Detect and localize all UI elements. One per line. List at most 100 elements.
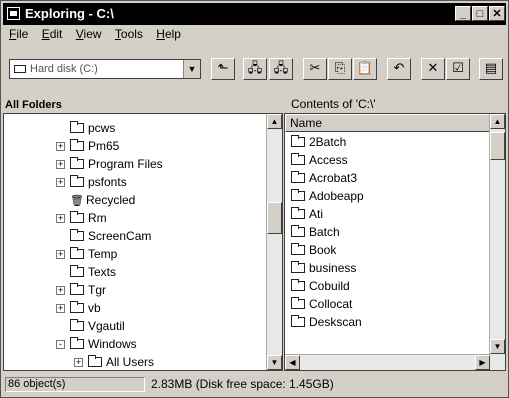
map-network-drive-button[interactable]: 🖧	[243, 58, 267, 80]
tree-item[interactable]: Program Files	[70, 156, 163, 172]
folder-icon	[291, 279, 305, 291]
list-item[interactable]: Adobeapp	[291, 188, 364, 204]
contents-list[interactable]: Name 2Batch Access Acrobat3 Adobeapp Ati…	[284, 113, 506, 371]
toolbar: Hard disk (C:) ▼ ⬑ 🖧 🖧 ✂ ⎘ 📋 ↶ ✕ ☑ ▤	[3, 51, 506, 89]
scroll-up-icon[interactable]: ▲	[267, 114, 282, 129]
expand-icon[interactable]: +	[56, 286, 65, 295]
properties-button[interactable]: ☑	[446, 58, 470, 80]
tree-item-label: psfonts	[88, 175, 127, 189]
collapse-icon[interactable]: -	[56, 340, 65, 349]
expand-icon[interactable]: +	[56, 142, 65, 151]
menu-view[interactable]: View	[76, 27, 102, 41]
menu-tools[interactable]: Tools	[115, 27, 143, 41]
folder-tree[interactable]: pcws Pm65 Program Files psfonts 🗑 Recycle…	[3, 113, 283, 371]
scroll-left-icon[interactable]: ◀	[285, 355, 300, 370]
list-item[interactable]: Acrobat3	[291, 170, 357, 186]
tree-item[interactable]: Tgr	[70, 282, 106, 298]
chevron-down-icon[interactable]: ▼	[183, 60, 200, 78]
tree-item[interactable]: Windows	[70, 336, 137, 352]
list-item[interactable]: business	[291, 260, 356, 276]
menu-edit[interactable]: Edit	[42, 27, 63, 41]
tree-item[interactable]: ScreenCam	[70, 228, 151, 244]
expand-icon[interactable]: +	[74, 358, 83, 367]
tree-item[interactable]: vb	[70, 300, 101, 316]
folder-icon	[70, 229, 84, 241]
cut-button[interactable]: ✂	[303, 58, 327, 80]
menu-help[interactable]: Help	[156, 27, 181, 41]
column-header-name[interactable]: Name	[285, 114, 491, 132]
list-item-label: 2Batch	[309, 135, 347, 149]
delete-icon: ✕	[427, 61, 439, 76]
expand-icon[interactable]: +	[56, 304, 65, 313]
scroll-up-icon[interactable]: ▲	[490, 114, 505, 129]
list-item-label: Batch	[309, 225, 340, 239]
tree-item-label: Vgautil	[88, 319, 125, 333]
status-disk-space: 2.83MB (Disk free space: 1.45GB)	[151, 377, 334, 391]
minimize-button[interactable]: _	[455, 6, 471, 21]
list-vertical-scrollbar[interactable]: ▲ ▼	[489, 114, 505, 370]
map-network-drive-icon: 🖧	[247, 61, 263, 76]
list-item[interactable]: Ati	[291, 206, 323, 222]
tree-item[interactable]: Rm	[70, 210, 107, 226]
close-button[interactable]: ✕	[489, 6, 505, 21]
disconnect-network-drive-icon: 🖧	[273, 61, 289, 76]
folder-icon	[291, 207, 305, 219]
folder-icon	[70, 211, 84, 223]
list-item[interactable]: Batch	[291, 224, 340, 240]
window-title: Exploring - C:\	[25, 6, 114, 21]
expand-icon[interactable]: +	[56, 214, 65, 223]
delete-button[interactable]: ✕	[421, 58, 445, 80]
list-horizontal-scrollbar[interactable]: ◀ ▶	[285, 354, 491, 370]
menu-file[interactable]: File	[9, 27, 28, 41]
large-icons-button[interactable]: ▤	[479, 58, 503, 80]
expand-icon[interactable]: +	[56, 178, 65, 187]
tree-item-label: Texts	[88, 265, 117, 279]
list-item[interactable]: Access	[291, 152, 348, 168]
tree-item[interactable]: Texts	[70, 264, 116, 280]
scroll-thumb[interactable]	[490, 132, 505, 160]
tree-item[interactable]: Vgautil	[70, 318, 125, 334]
up-one-level-button[interactable]: ⬑	[211, 58, 235, 80]
scroll-down-icon[interactable]: ▼	[490, 339, 505, 354]
cut-icon: ✂	[309, 61, 321, 76]
list-item[interactable]: Deskscan	[291, 314, 362, 330]
scroll-down-icon[interactable]: ▼	[267, 355, 282, 370]
list-item-label: Access	[309, 153, 348, 167]
title-bar[interactable]: Exploring - C:\ _ □ ✕	[3, 3, 506, 25]
disconnect-network-drive-button[interactable]: 🖧	[269, 58, 293, 80]
scroll-thumb[interactable]	[267, 202, 282, 234]
menu-bar: File Edit View Tools Help	[3, 27, 185, 47]
tree-item[interactable]: pcws	[70, 120, 115, 136]
folder-icon	[70, 319, 84, 331]
tree-item[interactable]: psfonts	[70, 174, 127, 190]
undo-button[interactable]: ↶	[387, 58, 411, 80]
tree-item-label: Program Files	[88, 157, 163, 171]
tree-vertical-scrollbar[interactable]: ▲ ▼	[266, 114, 282, 370]
copy-button[interactable]: ⎘	[328, 58, 352, 80]
list-item-label: Deskscan	[309, 315, 362, 329]
tree-item-label: Tgr	[88, 283, 106, 297]
drive-select-value: Hard disk (C:)	[30, 63, 98, 75]
paste-button[interactable]: 📋	[353, 58, 377, 80]
scroll-right-icon[interactable]: ▶	[475, 355, 490, 370]
list-item[interactable]: Cobuild	[291, 278, 350, 294]
tree-item[interactable]: Temp	[70, 246, 117, 262]
tree-item-label: Recycled	[86, 193, 136, 207]
copy-icon: ⎘	[334, 61, 346, 76]
tree-item[interactable]: Pm65	[70, 138, 119, 154]
list-item[interactable]: Book	[291, 242, 336, 258]
drive-select[interactable]: Hard disk (C:) ▼	[9, 59, 201, 79]
list-item[interactable]: Collocat	[291, 296, 352, 312]
list-item[interactable]: 2Batch	[291, 134, 346, 150]
maximize-button[interactable]: □	[472, 6, 488, 21]
hard-disk-icon	[14, 65, 26, 73]
tree-item[interactable]: 🗑 Recycled	[70, 192, 135, 208]
expand-icon[interactable]: +	[56, 250, 65, 259]
folder-icon	[70, 283, 84, 295]
all-folders-label: All Folders	[5, 99, 62, 111]
list-item-label: Collocat	[309, 297, 353, 311]
expand-icon[interactable]: +	[56, 160, 65, 169]
tree-item[interactable]: All Users	[88, 354, 154, 370]
tree-item-label: Rm	[88, 211, 107, 225]
folder-icon	[70, 265, 84, 277]
